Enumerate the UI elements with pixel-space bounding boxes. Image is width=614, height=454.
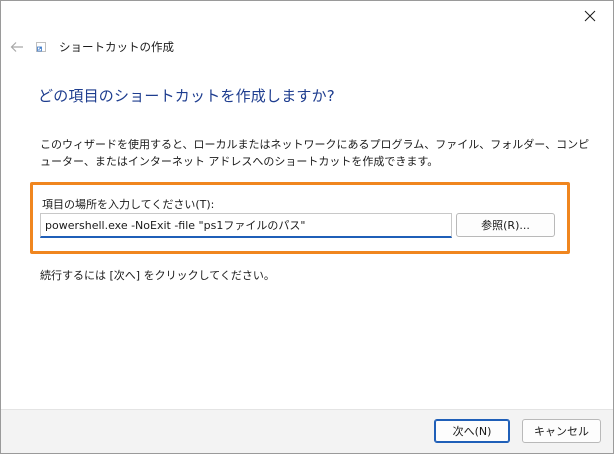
location-input[interactable]	[40, 213, 452, 238]
wizard-description: このウィザードを使用すると、ローカルまたはネットワークにあるプログラム、ファイル…	[40, 138, 590, 168]
dialog-footer: 次へ(N) キャンセル	[1, 409, 613, 453]
page-title: どの項目のショートカットを作成しますか?	[38, 87, 335, 105]
close-icon	[584, 10, 596, 22]
back-button[interactable]	[1, 33, 33, 61]
browse-button[interactable]: 参照(R)...	[456, 213, 555, 237]
location-field-label: 項目の場所を入力してください(T):	[42, 198, 215, 211]
shortcut-icon	[33, 39, 49, 55]
back-arrow-icon	[10, 42, 23, 52]
wizard-header: ショートカットの作成	[1, 33, 174, 61]
continue-instruction: 続行するには [次へ] をクリックしてください。	[40, 269, 275, 282]
next-button[interactable]: 次へ(N)	[434, 419, 510, 443]
cancel-button[interactable]: キャンセル	[522, 419, 601, 443]
create-shortcut-dialog: ショートカットの作成 どの項目のショートカットを作成しますか? このウィザードを…	[0, 0, 614, 454]
window-title: ショートカットの作成	[59, 40, 174, 54]
close-button[interactable]	[567, 1, 613, 31]
